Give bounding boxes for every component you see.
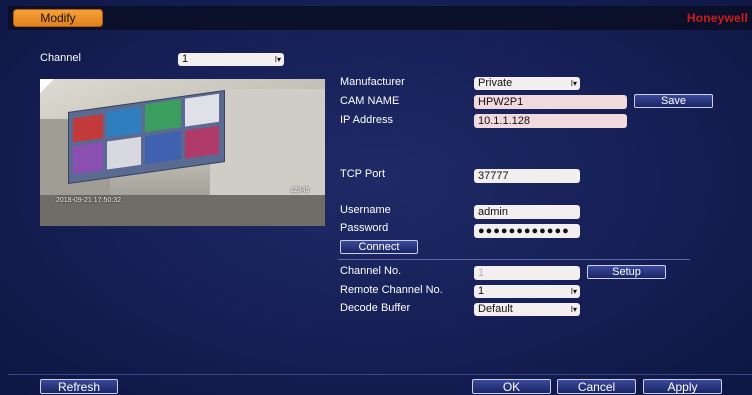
title-bar — [8, 6, 752, 30]
chevron-down-icon: I▾ — [570, 305, 577, 314]
channel-label: Channel — [40, 52, 81, 64]
username-field[interactable]: admin — [474, 205, 580, 219]
connect-button[interactable]: Connect — [340, 240, 418, 254]
cam-name-label: CAM NAME — [340, 95, 400, 107]
channel-select-value: 1 — [182, 53, 189, 65]
channel-select[interactable]: 1 I▾ — [178, 53, 284, 66]
remote-channel-select[interactable]: 1 I▾ — [474, 285, 580, 298]
ok-button[interactable]: OK — [472, 379, 551, 394]
tab-modify[interactable]: Modify — [13, 9, 103, 27]
preview-wall-right — [210, 89, 325, 199]
decode-buffer-select-value: Default — [478, 303, 513, 315]
cam-name-field[interactable]: HPW2P1 — [474, 95, 627, 109]
setup-button[interactable]: Setup — [587, 265, 666, 279]
manufacturer-label: Manufacturer — [340, 76, 405, 88]
section-divider — [338, 259, 690, 260]
apply-button[interactable]: Apply — [643, 379, 722, 394]
preview-overlay-id: 12345 — [290, 187, 310, 194]
preview-timestamp: 2018-09-21 17:50:32 — [56, 197, 121, 204]
save-button[interactable]: Save — [634, 94, 713, 108]
password-field[interactable]: ●●●●●●●●●●●● — [474, 224, 580, 238]
chevron-down-icon: I▾ — [274, 55, 281, 64]
camera-preview: 2018-09-21 17:50:32 12345 — [40, 79, 325, 226]
username-label: Username — [340, 204, 391, 216]
remote-channel-select-value: 1 — [478, 285, 485, 297]
tcp-port-label: TCP Port — [340, 168, 386, 180]
channel-no-field[interactable]: 1 — [474, 266, 580, 280]
preview-corner-marker — [40, 79, 54, 93]
screen: Modify Honeywell Channel 1 I▾ 2018-09-21… — [0, 0, 752, 395]
footer-divider — [8, 374, 752, 375]
tcp-port-field[interactable]: 37777 — [474, 169, 580, 183]
ip-address-field[interactable]: 10.1.1.128 — [474, 114, 627, 128]
manufacturer-select[interactable]: Private I▾ — [474, 77, 580, 90]
channel-no-label: Channel No. — [340, 265, 402, 277]
remote-channel-label: Remote Channel No. — [340, 284, 443, 296]
refresh-button[interactable]: Refresh — [40, 379, 118, 394]
brand-logo: Honeywell — [686, 11, 748, 25]
ip-address-label: IP Address — [340, 114, 393, 126]
decode-buffer-select[interactable]: Default I▾ — [474, 303, 580, 316]
decode-buffer-label: Decode Buffer — [340, 302, 411, 314]
cancel-button[interactable]: Cancel — [557, 379, 636, 394]
manufacturer-select-value: Private — [478, 77, 513, 89]
password-label: Password — [340, 222, 389, 234]
chevron-down-icon: I▾ — [570, 287, 577, 296]
chevron-down-icon: I▾ — [570, 79, 577, 88]
